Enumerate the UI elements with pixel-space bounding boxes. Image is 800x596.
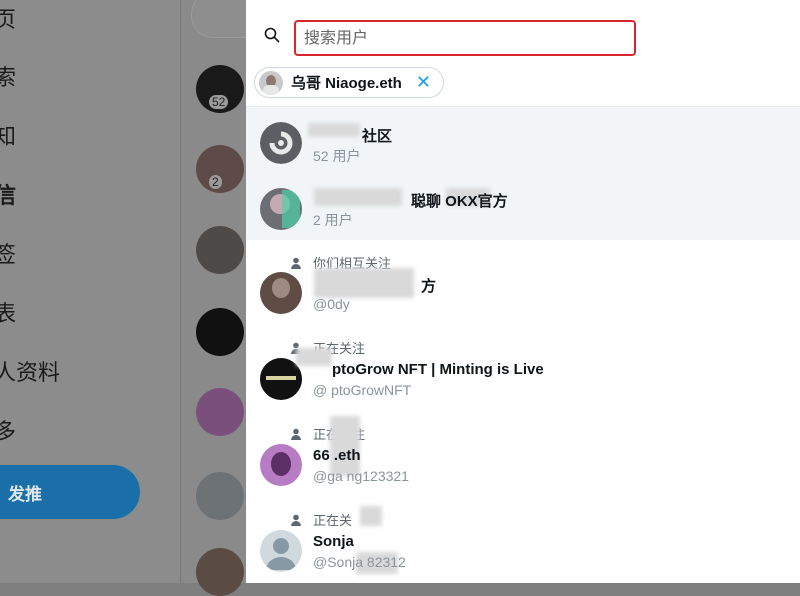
- member-count-badge: 2: [209, 175, 222, 189]
- relation-label: 正在关: [290, 510, 352, 529]
- user-handle: @ga ng123321: [313, 468, 409, 484]
- search-input[interactable]: [302, 22, 626, 56]
- avatar: [260, 188, 302, 230]
- search-field-highlight: [294, 20, 636, 56]
- nav-item-bookmarks: 签: [0, 242, 17, 267]
- group-name: 聪聊 OKX官方: [411, 193, 508, 210]
- close-icon[interactable]: ✕: [416, 72, 431, 93]
- avatar: [196, 226, 244, 274]
- avatar: [196, 388, 244, 436]
- member-count: 52 用户: [313, 148, 361, 164]
- list-item[interactable]: 正在关注 ptoGrow NFT | Minting is Live @ pto…: [246, 326, 800, 412]
- post-button: 发推: [0, 465, 140, 519]
- list-item[interactable]: 聪聊 OKX官方 2 用户: [246, 172, 800, 240]
- member-count: 2 用户: [313, 212, 353, 228]
- redacted-text: [330, 416, 360, 476]
- nav-item-home: 页: [0, 7, 17, 32]
- user-name: Sonja: [313, 533, 354, 550]
- user-name: ptoGrow NFT | Minting is Live: [332, 361, 544, 378]
- background-sidebar: 页 索 知 信 签 表 人资料 多 发推: [0, 0, 180, 583]
- redacted-text: [296, 348, 332, 366]
- avatar: [259, 70, 283, 95]
- user-handle: @Sonja 82312: [313, 554, 406, 570]
- nav-item-explore: 索: [0, 65, 17, 90]
- member-count-badge: 52: [209, 95, 229, 109]
- nav-item-profile: 人资料: [0, 360, 61, 385]
- list-item[interactable]: 正在关 Sonja @Sonja 82312: [246, 498, 800, 583]
- default-avatar-icon: [266, 538, 296, 570]
- relation-text: 正在关: [313, 513, 353, 528]
- list-item[interactable]: 正在关注 66 .eth @ga ng123321: [246, 412, 800, 498]
- nav-item-notifications: 知: [0, 124, 17, 149]
- nav-item-lists: 表: [0, 301, 17, 326]
- user-handle: @ ptoGrowNFT: [313, 382, 412, 398]
- avatar: [196, 548, 244, 596]
- redacted-text: [314, 268, 414, 298]
- background-conversation-list: 52 2: [180, 0, 273, 596]
- nav-item-more: 多: [0, 419, 17, 444]
- default-avatar: [260, 530, 302, 572]
- redacted-text: [314, 188, 402, 206]
- person-icon: [291, 514, 301, 526]
- avatar: [196, 308, 244, 356]
- list-item[interactable]: 社区 52 用户: [246, 107, 800, 172]
- group-name: 社区: [362, 128, 393, 145]
- redacted-text: [360, 506, 382, 526]
- selected-user-chip[interactable]: 乌哥 Niaoge.eth ✕: [254, 67, 444, 98]
- person-icon: [291, 257, 301, 269]
- person-icon: [291, 428, 301, 440]
- new-message-panel: 乌哥 Niaoge.eth ✕ 社区 52 用户 聪聊 OKX官方 2 用户: [246, 0, 800, 583]
- chip-label: 乌哥 Niaoge.eth: [291, 75, 402, 92]
- redacted-text: [308, 123, 360, 137]
- nav-item-messages: 信: [0, 183, 17, 208]
- list-item[interactable]: 你们相互关注 方 @0dy: [246, 240, 800, 326]
- avatar: [260, 272, 302, 314]
- avatar: [260, 122, 302, 164]
- user-name: 66 .eth: [313, 447, 361, 464]
- search-row: [246, 0, 800, 64]
- avatar: [196, 472, 244, 520]
- avatar: [260, 444, 302, 486]
- search-icon: [264, 27, 280, 43]
- user-name: 方: [421, 278, 437, 295]
- user-handle: @0dy: [313, 296, 350, 312]
